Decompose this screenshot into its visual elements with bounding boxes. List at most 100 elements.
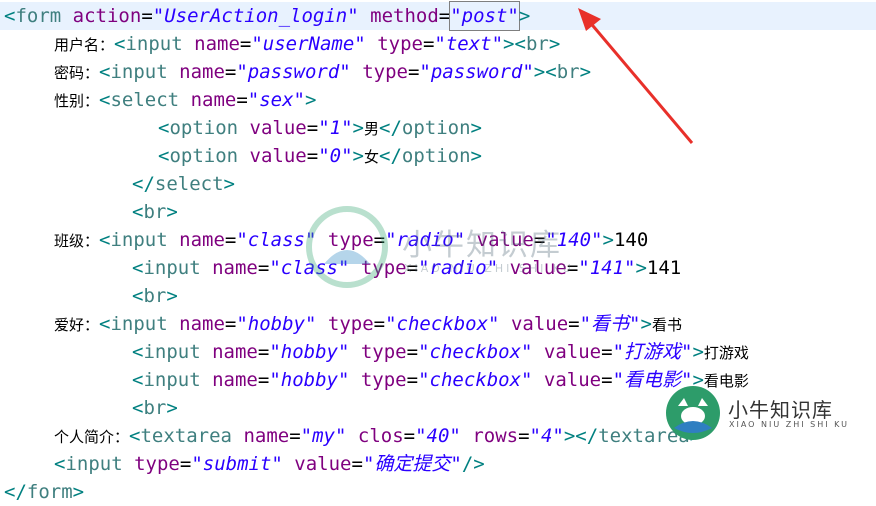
code-bracket: < [132,201,144,223]
code-line[interactable]: <br> [132,198,178,226]
code-bracket: > [470,145,482,167]
code-bracket: > [166,201,178,223]
code-bracket: ></ [563,425,599,447]
code-attribute-value: "确定提交" [362,453,462,475]
code-tag-name: input [110,61,168,83]
code-bracket: /> [461,453,485,475]
code-line[interactable]: <br> [132,282,178,310]
code-line[interactable]: <input name="hobby" type="checkbox" valu… [132,338,749,366]
code-bracket: > [72,481,85,503]
code-chinese-text: 打游戏 [703,344,749,362]
code-text: 140 [613,229,649,251]
code-chinese-text: 女 [363,148,379,166]
code-bracket: > [579,61,592,83]
code-attribute-name: rows [472,425,519,447]
code-bracket: < [132,285,144,307]
code-bracket: </ [4,481,27,503]
code-attribute-name: type [360,341,407,363]
code-line[interactable]: <option value="1">男</option> [158,114,482,142]
code-chinese-text: 看书 [651,316,682,334]
code-attribute-value: "checkbox" [418,341,533,363]
code-bracket: </ [379,117,402,139]
code-line[interactable]: 密码：<input name="password" type="password… [54,58,591,86]
watermark-brand: 小牛知识库 [402,228,562,263]
code-bracket: > [635,257,647,279]
watermark-corner-logo-icon [666,386,720,440]
code-bracket: < [132,397,144,419]
code-equals: = [406,369,419,391]
code-equals: = [306,117,319,139]
code-attribute-value: "hobby" [269,341,350,363]
code-bracket: < [114,33,126,55]
code-line[interactable]: 用户名：<input name="userName" type="text"><… [54,30,560,58]
code-attribute-value: "checkbox" [418,369,533,391]
code-equals: = [438,5,451,27]
code-attribute-name: value [510,313,569,335]
code-equals: = [239,33,252,55]
code-tag-name: form [26,481,73,503]
code-equals: = [257,257,270,279]
code-line[interactable]: </form> [4,478,84,506]
code-equals: = [403,425,416,447]
code-tag-name: select [110,89,180,111]
code-line[interactable]: <br> [132,394,178,422]
code-tag-name: option [169,145,239,167]
code-line[interactable]: 爱好：<input name="hobby" type="checkbox" v… [54,310,682,338]
code-chinese-text: 班级： [54,232,100,250]
code-bracket: > [470,117,482,139]
code-attribute-name: name [243,425,290,447]
watermark-pinyin: XIAO NIU ZHI SHI KU [404,262,574,275]
code-line[interactable]: <input type="submit" value="确定提交"/> [54,450,485,478]
code-bracket: < [132,369,144,391]
code-equals: = [306,145,319,167]
code-line[interactable]: <input name="hobby" type="checkbox" valu… [132,366,749,394]
code-attribute-value: "hobby" [269,369,350,391]
code-attribute-name: action [72,5,142,27]
code-chinese-text: 密码： [54,64,100,82]
code-attribute-value: "UserAction_login" [152,5,359,27]
code-bracket: > [352,117,364,139]
code-tag-name: option [401,117,471,139]
code-attribute-name: name [190,89,237,111]
code-bracket: </ [379,145,402,167]
code-tag-name: br [556,61,580,83]
code-equals: = [257,341,270,363]
code-attribute-name: value [543,341,602,363]
code-bracket: < [4,5,16,27]
code-equals: = [141,5,153,27]
code-attribute-name: clos [357,425,404,447]
code-attribute-name: type [134,453,180,475]
code-tag-name: br [143,397,167,419]
watermark-corner: 小牛知识库 XIAO NIU ZHI SHI KU [664,384,864,444]
code-attribute-name: name [179,61,225,83]
code-bracket: > [548,33,561,55]
code-bracket: > [166,397,178,419]
code-bracket: < [99,89,111,111]
watermark-corner-pinyin: XIAO NIU ZHI SHI KU [729,420,850,429]
code-equals: = [351,453,363,475]
code-equals: = [406,341,419,363]
code-line[interactable]: </select> [132,170,235,198]
code-attribute-name: value [294,453,352,475]
code-line[interactable]: 个人简介：<textarea name="my" clos="40" rows=… [54,422,701,450]
code-line[interactable]: <option value="0">女</option> [158,142,482,170]
code-attribute-name: name [179,229,225,251]
code-line[interactable]: 性别：<select name="sex"> [54,86,316,114]
code-attribute-value: "看书" [579,313,641,335]
code-bracket: < [132,341,144,363]
code-equals: = [518,425,530,447]
code-attribute-name: value [543,369,602,391]
code-attribute-name: type [327,313,374,335]
code-attribute-value-selected: "post" [449,1,520,31]
code-line[interactable]: <form action="UserAction_login" method="… [4,1,530,31]
code-text: 141 [646,257,682,279]
watermark-center: 小牛知识库 XIAO NIU ZHI SHI KU [306,206,606,306]
